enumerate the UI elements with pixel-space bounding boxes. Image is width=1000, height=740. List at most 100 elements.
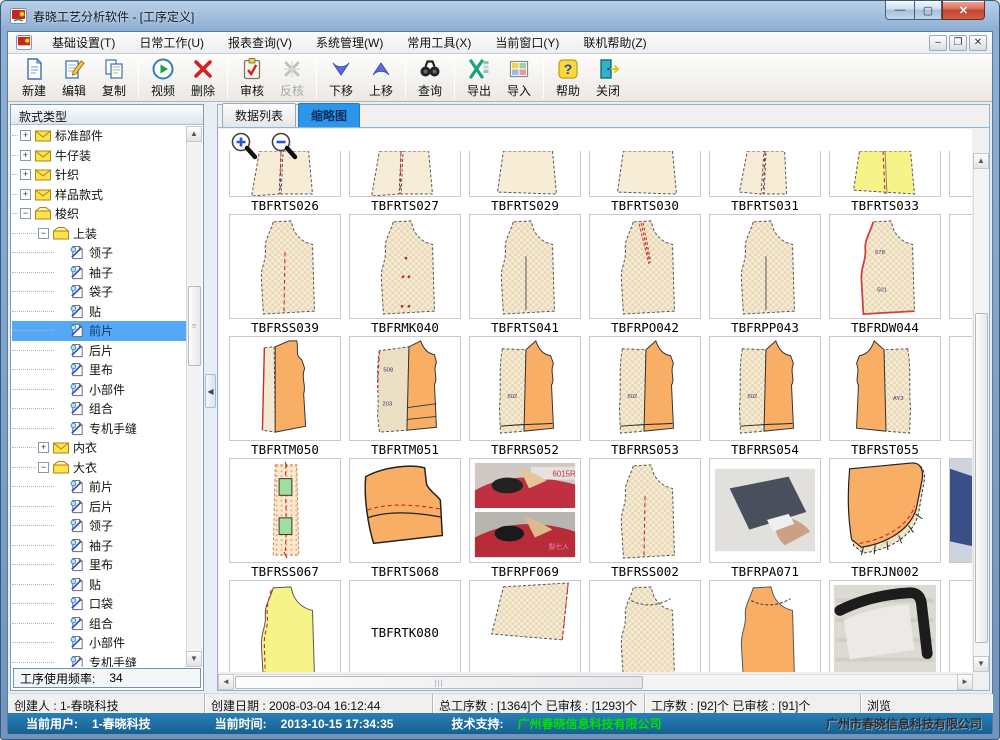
thumbnail-cell-TBFRPO042[interactable]: TBFRPO042 [589, 214, 701, 336]
toolbar-button-上移[interactable]: 上移 [361, 56, 401, 100]
collapse-node-icon[interactable]: − [20, 208, 31, 219]
tree-scroll-up-icon[interactable]: ▲ [186, 126, 202, 142]
expand-node-icon[interactable]: + [20, 189, 31, 200]
vertical-scrollbar-thumb[interactable] [975, 313, 988, 643]
pattern-thumbnail-image[interactable] [949, 336, 972, 441]
thumbnail-cell-TBFRDW044[interactable]: 678501TBFRDW044 [829, 214, 941, 336]
scroll-right-icon[interactable]: ► [957, 674, 973, 690]
thumbnail-cell-TBFRTS033[interactable]: TBFRTS033 [829, 151, 941, 214]
tree-item-里布[interactable]: 里布 [12, 555, 186, 575]
tree-scroll-down-icon[interactable]: ▼ [186, 651, 202, 667]
pattern-thumbnail-image[interactable] [469, 580, 581, 672]
thumbnail-cell-TBFRTS030[interactable]: TBFRTS030 [589, 151, 701, 214]
thumbnail-cell-TBFRTS031[interactable]: TBFRTS031 [709, 151, 821, 214]
pattern-thumbnail-image[interactable]: 6015R梨七人 [469, 458, 581, 563]
tree-item-袋子[interactable]: 袋子 [12, 282, 186, 302]
tree-item-后片[interactable]: 后片 [12, 341, 186, 361]
thumbnail-cell-TBFRPP043[interactable]: TBFRPP043 [709, 214, 821, 336]
collapse-node-icon[interactable]: − [38, 228, 49, 239]
pattern-thumbnail-image[interactable]: AY3 [829, 336, 941, 441]
pattern-thumbnail-image[interactable]: 508203 [349, 336, 461, 441]
mdi-minimize-button[interactable]: – [929, 35, 947, 51]
tree-item-组合[interactable]: 组合 [12, 614, 186, 634]
tree-item-前片[interactable]: 前片 [12, 477, 186, 497]
toolbar-button-导出[interactable]: 导出 [459, 56, 499, 100]
thumbnail-cell-TBFRTS027[interactable]: TBFRTS027 [349, 151, 461, 214]
thumbnail-cell-TBFRSS067[interactable]: TBFRSS067 [229, 458, 341, 580]
thumbnail-cell-TBFRTS029[interactable]: TBFRTS029 [469, 151, 581, 214]
thumbnail-cell-TBFRSS002[interactable]: TBFRSS002 [589, 458, 701, 580]
pattern-thumbnail-image[interactable] [709, 458, 821, 563]
tree-scrollbar-thumb[interactable]: ≡ [188, 286, 201, 366]
toolbar-button-删除[interactable]: 删除 [183, 56, 223, 100]
expand-node-icon[interactable]: + [20, 150, 31, 161]
thumbnail-cell[interactable] [949, 336, 972, 458]
pattern-thumbnail-image[interactable] [229, 580, 341, 672]
pattern-thumbnail-image[interactable] [949, 580, 972, 672]
tree-item-专机手缝[interactable]: 专机手缝 [12, 419, 186, 439]
menu-item-4[interactable]: 常用工具(X) [395, 32, 483, 53]
pattern-thumbnail-image[interactable] [949, 151, 972, 197]
pattern-thumbnail-image[interactable]: 678501 [829, 214, 941, 319]
pattern-thumbnail-image[interactable] [349, 458, 461, 563]
thumbnail-cell-TBFRMK040[interactable]: TBFRMK040 [349, 214, 461, 336]
tree-item-贴[interactable]: 贴 [12, 302, 186, 322]
thumbnail-cell[interactable] [829, 580, 941, 672]
thumbnail-cell[interactable] [949, 458, 972, 580]
thumbnail-cell-TBFRTM051[interactable]: 508203TBFRTM051 [349, 336, 461, 458]
pattern-thumbnail-image[interactable] [589, 214, 701, 319]
scroll-up-icon[interactable]: ▲ [973, 153, 989, 169]
tree-item-后片[interactable]: 后片 [12, 497, 186, 517]
pattern-thumbnail-image[interactable]: 502 [469, 336, 581, 441]
pattern-thumbnail-image[interactable] [829, 151, 941, 197]
panel-splitter[interactable]: ◀ [204, 102, 217, 693]
tree-item-梭织[interactable]: −梭织 [12, 204, 186, 224]
toolbar-button-导入[interactable]: 导入 [499, 56, 539, 100]
thumbnail-cell[interactable] [229, 580, 341, 672]
thumbnail-cell-TBFRST055[interactable]: AY3TBFRST055 [829, 336, 941, 458]
title-bar[interactable]: 春晓工艺分析软件 - [工序定义] — ▢ ✕ [1, 1, 999, 31]
thumbnail-cell-TBFRRS054[interactable]: 502TBFRRS054 [709, 336, 821, 458]
tree-item-内衣[interactable]: +内衣 [12, 438, 186, 458]
thumbnail-viewport[interactable]: TBFRTS026TBFRTS027TBFRTS029TBFRTS030TBFR… [219, 129, 972, 672]
tree-item-袖子[interactable]: 袖子 [12, 536, 186, 556]
collapse-node-icon[interactable]: − [38, 462, 49, 473]
menu-item-3[interactable]: 系统管理(W) [304, 32, 395, 53]
tab-缩略图[interactable]: 缩略图 [298, 103, 360, 127]
pattern-thumbnail-image[interactable] [589, 458, 701, 563]
thumbnail-cell-TBFRRS053[interactable]: 502TBFRRS053 [589, 336, 701, 458]
mdi-close-button[interactable]: ✕ [969, 35, 987, 51]
thumbnail-cell-TBFRTS041[interactable]: TBFRTS041 [469, 214, 581, 336]
tree-item-口袋[interactable]: 口袋 [12, 594, 186, 614]
pattern-thumbnail-image[interactable] [709, 214, 821, 319]
thumbnail-cell[interactable] [589, 580, 701, 672]
pattern-thumbnail-image[interactable] [229, 336, 341, 441]
tree-item-领子[interactable]: 领子 [12, 516, 186, 536]
pattern-thumbnail-image[interactable] [469, 214, 581, 319]
menu-item-5[interactable]: 当前窗口(Y) [483, 32, 571, 53]
thumbnail-cell-TBFRTS068[interactable]: TBFRTS068 [349, 458, 461, 580]
tree-item-上装[interactable]: −上装 [12, 224, 186, 244]
toolbar-button-视频[interactable]: 视频 [143, 56, 183, 100]
pattern-thumbnail-image[interactable] [469, 151, 581, 197]
pattern-thumbnail-image[interactable] [949, 214, 972, 319]
tree-item-组合[interactable]: 组合 [12, 399, 186, 419]
thumbnail-cell-TBFRPA071[interactable]: TBFRPA071 [709, 458, 821, 580]
menu-item-6[interactable]: 联机帮助(Z) [571, 32, 658, 53]
tree-item-贴[interactable]: 贴 [12, 575, 186, 595]
tree-item-标准部件[interactable]: +标准部件 [12, 126, 186, 146]
tree-scrollbar[interactable]: ▲ ≡ ▼ [186, 126, 202, 667]
tree-item-领子[interactable]: 领子 [12, 243, 186, 263]
pattern-thumbnail-image[interactable] [349, 151, 461, 197]
tree-item-袖子[interactable]: 袖子 [12, 263, 186, 283]
pattern-thumbnail-image[interactable] [349, 214, 461, 319]
thumbnail-cell-TBFRJN002[interactable]: TBFRJN002 [829, 458, 941, 580]
tree-item-里布[interactable]: 里布 [12, 360, 186, 380]
pattern-thumbnail-image[interactable] [829, 458, 941, 563]
horizontal-scrollbar-thumb[interactable]: ||| [235, 676, 643, 689]
toolbar-button-查询[interactable]: 查询 [410, 56, 450, 100]
mdi-restore-button[interactable]: ❐ [949, 35, 967, 51]
tree-item-小部件[interactable]: 小部件 [12, 633, 186, 653]
horizontal-scrollbar[interactable]: ◄ ||| ► [218, 674, 973, 690]
tab-数据列表[interactable]: 数据列表 [222, 103, 296, 127]
